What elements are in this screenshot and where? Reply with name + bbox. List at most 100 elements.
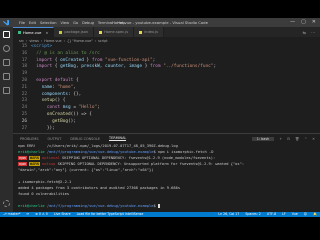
tab-label: Home.spec.js (104, 30, 129, 34)
git-branch-status[interactable]: ⎇ master* (3, 212, 21, 217)
code-token: onCreated (60, 57, 84, 63)
code-token: const (31, 105, 63, 111)
breadcrumb-item[interactable]: src (19, 39, 24, 43)
code-line[interactable]: 15 <script> (13, 44, 320, 51)
code-text: const msg = "Hello"; (31, 105, 100, 112)
tab-problems[interactable]: PROBLEMS (20, 137, 39, 141)
terminal-text: npm ERR! /c/Users/erik/.npm/_logs/2019-0… (18, 144, 178, 148)
maximize-panel-icon[interactable]: ^ (304, 137, 307, 141)
vue-file-icon (18, 31, 21, 34)
code-line[interactable]: 20 export default { (13, 78, 320, 85)
code-token: } (83, 57, 92, 63)
code-text: getBog(); (31, 119, 76, 126)
code-token: > (49, 44, 53, 49)
close-window-button[interactable]: ✕ (312, 18, 316, 27)
cursor-position[interactable]: Ln 26, Col 17 (218, 212, 239, 217)
search-icon[interactable] (3, 45, 10, 52)
code-text: onCreated(() => { (31, 112, 92, 119)
typescript-hint[interactable]: Load file for better TypeScript IntelliS… (77, 212, 144, 217)
terminal-text: added 4 packages from 3 contributors and… (18, 186, 181, 191)
code-token: "home" (57, 84, 74, 90)
code-line[interactable]: 24 const msg = "Hello"; (13, 105, 320, 112)
code-editor[interactable]: 15 <script> 16 // @ is an alias to /src 17 … (13, 44, 320, 133)
line-number: 25 (21, 111, 27, 117)
breadcrumb-item[interactable]: views (29, 39, 39, 43)
extensions-icon[interactable] (3, 87, 10, 94)
tab-label: index.js (144, 30, 159, 34)
code-token: // @ is an alias to /src (31, 50, 100, 56)
code-token: }); (31, 125, 55, 131)
breadcrumb-separator: › (63, 38, 65, 43)
code-token: import (31, 64, 55, 70)
terminal-text: WARN (28, 156, 40, 161)
kill-terminal-icon[interactable]: 🗑 (295, 137, 299, 141)
tab-debug-console[interactable]: DEBUG CONSOLE (70, 137, 100, 141)
breadcrumb-separator: › (40, 38, 43, 43)
encoding-status[interactable]: UTF-8 (267, 212, 276, 217)
line-number: 26 (21, 118, 27, 124)
js-file-icon (99, 30, 103, 34)
breadcrumb-item[interactable]: {} "Home.vue" (67, 39, 93, 43)
terminal-panel: PROBLEMS OUTPUT DEBUG CONSOLE TERMINAL 1… (13, 133, 320, 212)
code-token: : {}, (68, 91, 82, 97)
code-token: export default (31, 77, 76, 83)
terminal-line: erik@charlie /mnt/f/programming/vue/vue-… (18, 203, 320, 209)
tab-terminal[interactable]: TERMINAL (109, 136, 127, 141)
code-line[interactable]: 27 }); (13, 126, 320, 133)
new-terminal-icon[interactable]: + (279, 137, 282, 141)
code-token: components (31, 91, 69, 97)
sync-icon[interactable]: ⟳ (27, 212, 30, 217)
breadcrumb-item[interactable]: Home.vue (44, 39, 61, 43)
code-line[interactable]: 26 getBog(); (13, 119, 320, 126)
code-token: msg (62, 105, 71, 111)
tab-index-js[interactable]: index.js (134, 27, 165, 37)
explorer-icon[interactable] (3, 31, 10, 38)
live-share-status[interactable]: Live Share (54, 212, 71, 217)
indentation-status[interactable]: Spaces: 2 (245, 212, 261, 217)
settings-gear-icon[interactable] (3, 200, 10, 207)
terminal-text: + isomorphic-fetch@2.2.1 (18, 180, 72, 185)
code-token: , (73, 84, 76, 90)
breadcrumb-item[interactable]: script (98, 39, 107, 43)
code-line[interactable]: 18 import { getBog, presskW, counter, im… (13, 64, 320, 71)
feedback-icon[interactable]: ☺ (304, 212, 307, 217)
tab-label: Home.vue (23, 30, 42, 35)
line-number: 21 (21, 84, 27, 90)
split-terminal-icon[interactable]: ⊟ (287, 137, 290, 141)
terminal-text: $ npm i isomorphic-fetch -D (153, 150, 214, 155)
terminal-toolbar: 1: bash + ⊟ 🗑 ^ ✕ (251, 136, 320, 141)
close-panel-icon[interactable]: ✕ (312, 137, 315, 141)
code-line[interactable]: 19 (13, 71, 320, 78)
status-right: Ln 26, Col 17 Spaces: 2 UTF-8 LF Vue ☺ 🔔 (218, 212, 317, 217)
tab-home-spec-js[interactable]: Home.spec.js (94, 27, 135, 37)
tab-output[interactable]: OUTPUT (48, 137, 62, 141)
shell-select[interactable]: 1: bash (251, 136, 275, 141)
eol-status[interactable]: LF (282, 212, 286, 217)
terminal-output[interactable]: npm ERR! /c/Users/erik/.npm/_logs/2019-0… (13, 143, 320, 210)
more-actions-icon[interactable]: ⋯ (311, 30, 315, 35)
tab-package-json[interactable]: package.json (54, 27, 95, 37)
code-line[interactable]: 21 name: "home", (13, 85, 320, 92)
debug-icon[interactable] (3, 73, 10, 80)
code-token: getBog (31, 118, 69, 124)
code-text: }); (31, 126, 55, 133)
terminal-text: erik@charlie (18, 150, 45, 155)
language-mode[interactable]: Vue (292, 212, 298, 217)
code-token: <script (31, 44, 50, 49)
code-line[interactable]: 16 // @ is an alias to /src (13, 51, 320, 58)
maximize-button[interactable]: ▢ (301, 18, 306, 27)
minimize-button[interactable]: — (290, 18, 295, 27)
code-token: from (91, 57, 106, 63)
split-editor-icon[interactable]: ⇆ (303, 30, 306, 35)
problems-status[interactable]: ⊗ 0 ⚠ 0 (35, 212, 48, 217)
close-tab-icon[interactable]: × (45, 31, 48, 35)
notifications-icon[interactable]: 🔔 (313, 212, 317, 217)
code-line[interactable]: 25 onCreated(() => { (13, 112, 320, 119)
code-token: = (70, 105, 79, 111)
code-token: import (31, 57, 55, 63)
source-control-icon[interactable] (3, 59, 10, 66)
terminal-text: "darwin","arch":"any"} (current: {"os":"… (18, 168, 154, 173)
breadcrumb-separator: › (94, 38, 97, 43)
editor-actions: ⇆ ⋯ (303, 27, 320, 37)
tab-home-vue[interactable]: Home.vue × (13, 27, 55, 37)
